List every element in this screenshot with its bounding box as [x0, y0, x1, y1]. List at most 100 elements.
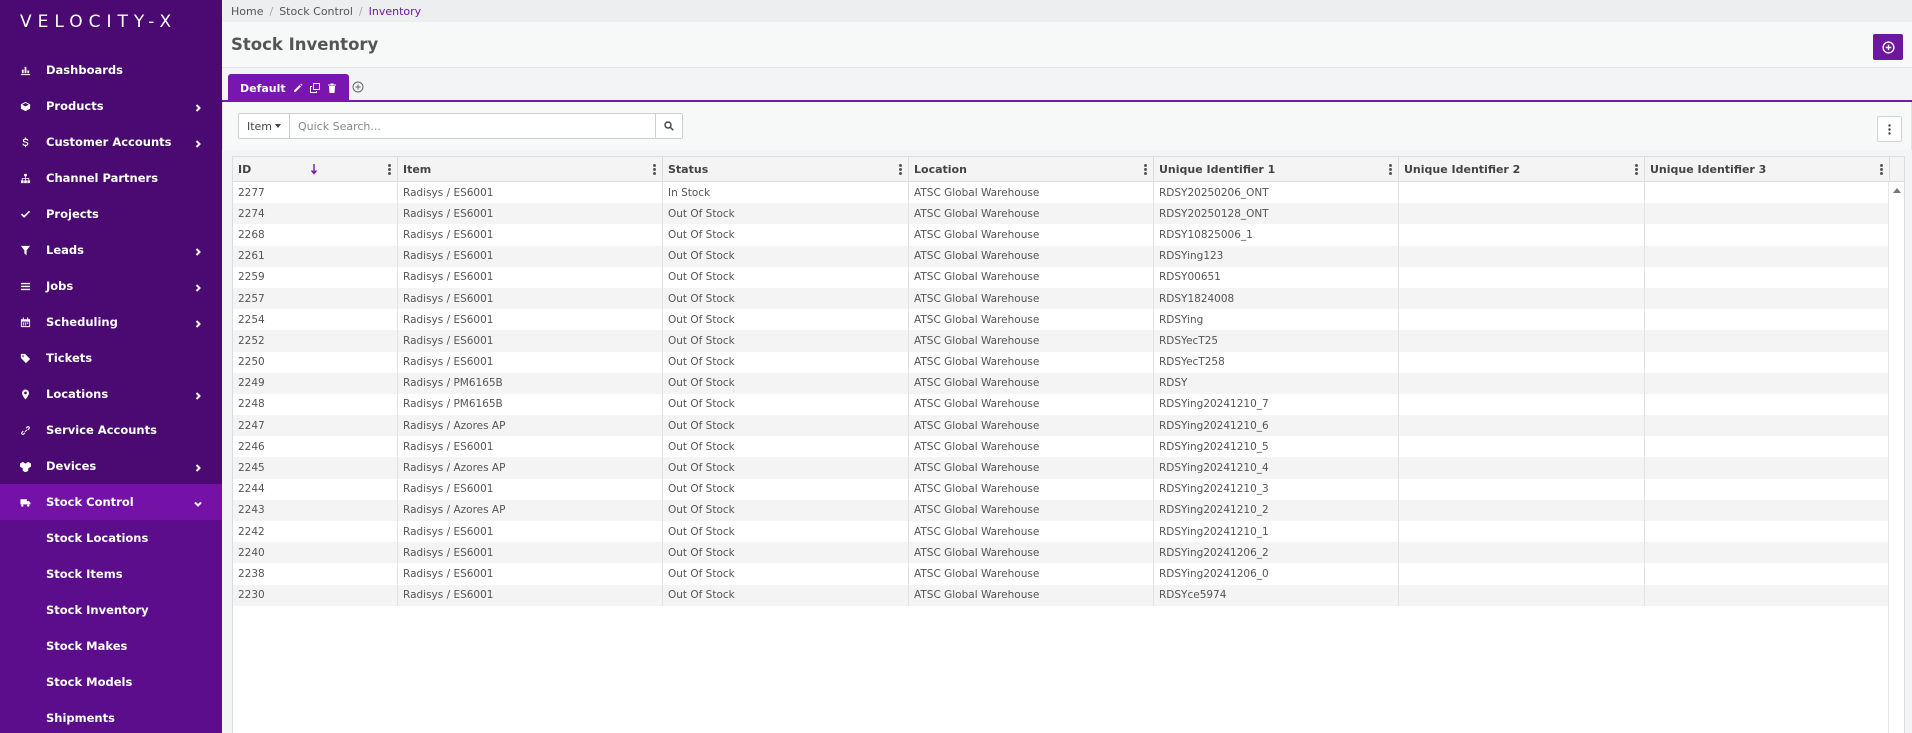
- trash-icon[interactable]: [327, 83, 337, 93]
- column-menu-icon[interactable]: [653, 164, 656, 175]
- column-header-status[interactable]: Status: [663, 157, 909, 182]
- table-cell: RDSYing20241206_2: [1154, 542, 1399, 564]
- table-row[interactable]: 2240 Radisys / ES6001 Out Of Stock ATSC Glo…: [233, 542, 1904, 564]
- table-row[interactable]: 2249 Radisys / PM6165B Out Of Stock ATSC Gl…: [233, 372, 1904, 394]
- table-row[interactable]: 2268 Radisys / ES6001 Out Of Stock ATSC Glo…: [233, 224, 1904, 246]
- sidebar-item-label: Scheduling: [46, 315, 118, 329]
- sidebar-item-devices[interactable]: Devices: [0, 448, 222, 484]
- sidebar-item-leads[interactable]: Leads: [0, 232, 222, 268]
- table-row[interactable]: 2238 Radisys / ES6001 Out Of Stock ATSC Glo…: [233, 563, 1904, 585]
- sidebar-item-tickets[interactable]: Tickets: [0, 340, 222, 376]
- sidebar-item-stock-control[interactable]: Stock Control: [0, 484, 222, 520]
- table-row[interactable]: 2246 Radisys / ES6001 Out Of Stock ATSC Glo…: [233, 436, 1904, 458]
- column-menu-icon[interactable]: [1389, 164, 1392, 175]
- sidebar-item-projects[interactable]: Projects: [0, 196, 222, 232]
- list-icon: [18, 279, 32, 293]
- scroll-up-icon[interactable]: [1893, 188, 1901, 193]
- table-cell: Out Of Stock: [663, 415, 909, 437]
- table-cell: Radisys / ES6001: [398, 182, 663, 204]
- column-header-unique-identifier-3[interactable]: Unique Identifier 3: [1645, 157, 1890, 182]
- table-cell: RDSYing: [1154, 309, 1399, 331]
- table-cell: Out Of Stock: [663, 521, 909, 543]
- vertical-scrollbar[interactable]: [1888, 182, 1904, 733]
- submenu-item-stock-inventory[interactable]: Stock Inventory: [0, 592, 222, 628]
- table-row[interactable]: 2248 Radisys / PM6165B Out Of Stock ATSC Gl…: [233, 393, 1904, 416]
- copy-icon[interactable]: [309, 83, 320, 93]
- add-tab-button[interactable]: [352, 81, 366, 95]
- column-header-unique-identifier-1[interactable]: Unique Identifier 1: [1154, 157, 1399, 182]
- column-menu-icon[interactable]: [388, 164, 391, 175]
- column-header-id[interactable]: ID: [233, 157, 398, 182]
- table-row[interactable]: 2254 Radisys / ES6001 Out Of Stock ATSC Glo…: [233, 309, 1904, 331]
- table-row[interactable]: 2274 Radisys / ES6001 Out Of Stock ATSC Glo…: [233, 203, 1904, 225]
- table-row[interactable]: 2245 Radisys / Azores AP Out Of Stock ATSC …: [233, 457, 1904, 479]
- toolbar-options-button[interactable]: [1877, 116, 1902, 142]
- caret-down-icon: [275, 124, 282, 128]
- sidebar-item-label: Customer Accounts: [46, 135, 172, 149]
- sidebar-item-locations[interactable]: Locations: [0, 376, 222, 412]
- table-cell: [1645, 330, 1890, 352]
- table-cell: ATSC Global Warehouse: [909, 499, 1154, 521]
- add-inventory-button[interactable]: [1873, 34, 1903, 60]
- table-cell: ATSC Global Warehouse: [909, 436, 1154, 458]
- table-row[interactable]: 2244 Radisys / ES6001 Out Of Stock ATSC Glo…: [233, 478, 1904, 500]
- table-cell: Radisys / Azores AP: [398, 457, 663, 479]
- column-header-item[interactable]: Item: [398, 157, 663, 182]
- table-row[interactable]: 2261 Radisys / ES6001 Out Of Stock ATSC Glo…: [233, 245, 1904, 267]
- table-cell: [1399, 266, 1645, 288]
- search-button[interactable]: [655, 114, 682, 138]
- app-logo[interactable]: VELOCITY-X: [0, 0, 222, 44]
- search-group: Item: [238, 113, 683, 139]
- column-header-location[interactable]: Location: [909, 157, 1154, 182]
- table-cell: Out Of Stock: [663, 372, 909, 394]
- table-cell: ATSC Global Warehouse: [909, 478, 1154, 500]
- submenu-item-stock-makes[interactable]: Stock Makes: [0, 628, 222, 664]
- table-cell: 2268: [233, 224, 398, 246]
- sort-desc-icon[interactable]: [310, 163, 318, 175]
- sidebar-item-products[interactable]: Products: [0, 88, 222, 124]
- column-menu-icon[interactable]: [1880, 164, 1883, 175]
- table-cell: Radisys / Azores AP: [398, 415, 663, 437]
- table-cell: [1399, 182, 1645, 204]
- calendar-icon: [18, 315, 32, 329]
- table-cell: Radisys / ES6001: [398, 330, 663, 352]
- sidebar-item-service-accounts[interactable]: Service Accounts: [0, 412, 222, 448]
- tab-default[interactable]: Default: [228, 74, 349, 102]
- table-cell: [1645, 499, 1890, 521]
- table-row[interactable]: 2252 Radisys / ES6001 Out Of Stock ATSC Glo…: [233, 330, 1904, 352]
- table-cell: [1399, 372, 1645, 394]
- table-row[interactable]: 2230 Radisys / ES6001 Out Of Stock ATSC Glo…: [233, 584, 1904, 606]
- submenu-item-stock-items[interactable]: Stock Items: [0, 556, 222, 592]
- sidebar-item-dashboards[interactable]: Dashboards: [0, 52, 222, 88]
- column-header-label: ID: [238, 163, 252, 176]
- table-cell: [1645, 203, 1890, 225]
- sidebar-item-customer-accounts[interactable]: Customer Accounts: [0, 124, 222, 160]
- table-cell: ATSC Global Warehouse: [909, 224, 1154, 246]
- table-row[interactable]: 2257 Radisys / ES6001 Out Of Stock ATSC Glo…: [233, 287, 1904, 310]
- column-menu-icon[interactable]: [1635, 164, 1638, 175]
- table-row[interactable]: 2247 Radisys / Azores AP Out Of Stock ATSC …: [233, 415, 1904, 437]
- breadcrumb-home[interactable]: Home: [231, 5, 263, 18]
- submenu-item-shipments[interactable]: Shipments: [0, 700, 222, 733]
- table-row[interactable]: 2277 Radisys / ES6001 In Stock ATSC Global …: [233, 182, 1904, 204]
- table-row[interactable]: 2242 Radisys / ES6001 Out Of Stock ATSC Glo…: [233, 521, 1904, 543]
- check-icon: [18, 207, 32, 221]
- table-cell: In Stock: [663, 182, 909, 204]
- sidebar-item-jobs[interactable]: Jobs: [0, 268, 222, 304]
- table-row[interactable]: 2259 Radisys / ES6001 Out Of Stock ATSC Glo…: [233, 266, 1904, 288]
- breadcrumb-stock-control[interactable]: Stock Control: [279, 5, 353, 18]
- column-menu-icon[interactable]: [1144, 164, 1147, 175]
- table-cell: [1399, 436, 1645, 458]
- sidebar-item-channel-partners[interactable]: Channel Partners: [0, 160, 222, 196]
- search-field-select[interactable]: Item: [239, 114, 290, 138]
- quick-search-input[interactable]: [290, 114, 655, 138]
- submenu-item-stock-locations[interactable]: Stock Locations: [0, 520, 222, 556]
- table-cell: RDSYing20241210_6: [1154, 415, 1399, 437]
- pencil-icon[interactable]: [293, 83, 303, 93]
- column-menu-icon[interactable]: [899, 164, 902, 175]
- table-row[interactable]: 2250 Radisys / ES6001 Out Of Stock ATSC Glo…: [233, 351, 1904, 373]
- table-row[interactable]: 2243 Radisys / Azores AP Out Of Stock ATSC …: [233, 499, 1904, 521]
- column-header-unique-identifier-2[interactable]: Unique Identifier 2: [1399, 157, 1645, 182]
- submenu-item-stock-models[interactable]: Stock Models: [0, 664, 222, 700]
- sidebar-item-scheduling[interactable]: Scheduling: [0, 304, 222, 340]
